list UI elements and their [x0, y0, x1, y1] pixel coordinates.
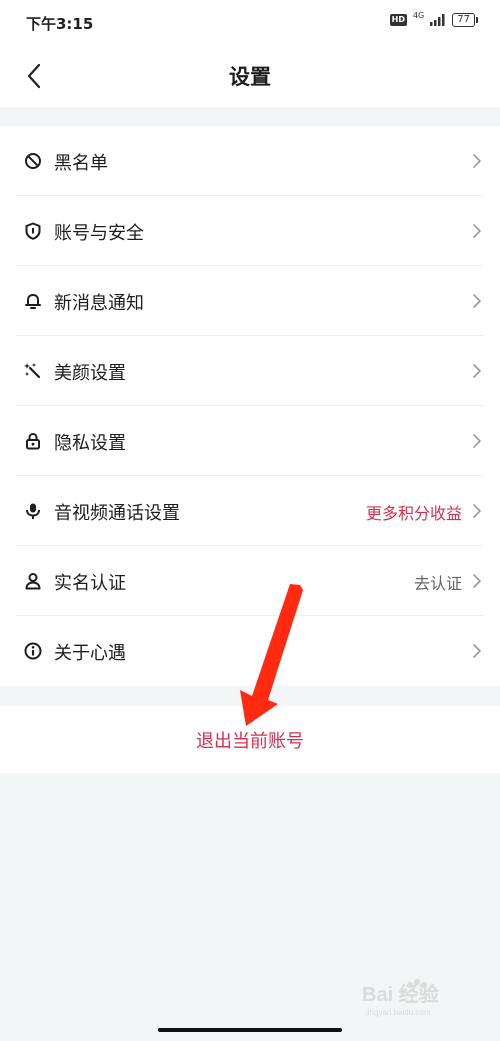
chevron-right-icon: [473, 294, 481, 308]
settings-item-notifications[interactable]: 新消息通知: [0, 266, 500, 336]
chevron-right-icon: [473, 644, 481, 658]
battery-icon: 77: [452, 13, 478, 27]
lock-icon: [26, 432, 40, 450]
settings-item-about[interactable]: 关于心遇: [0, 616, 500, 686]
bell-icon: [25, 294, 41, 309]
watermark-logo: Bai 经验 jingyan.baidu.com: [362, 979, 439, 1017]
person-icon: [25, 573, 41, 590]
signal-icon: [430, 14, 445, 26]
shield-icon: [25, 222, 41, 240]
verify-status-label: 去认证: [413, 574, 462, 593]
chevron-right-icon: [473, 504, 481, 518]
settings-item-label: 音视频通话设置: [54, 503, 180, 524]
watermark-text: Bai 经验: [362, 982, 439, 1006]
chevron-right-icon: [473, 224, 481, 238]
status-time: 下午3:15: [26, 15, 94, 33]
settings-item-av-call[interactable]: 音视频通话设置 更多积分收益: [0, 476, 500, 546]
settings-item-label: 账号与安全: [54, 223, 144, 244]
settings-item-label: 美颜设置: [54, 363, 126, 384]
settings-item-real-name[interactable]: 实名认证 去认证: [0, 546, 500, 616]
settings-item-label: 新消息通知: [54, 293, 144, 314]
info-icon: [24, 642, 42, 660]
status-icons: HD 4G 77: [389, 10, 478, 27]
settings-item-label: 隐私设置: [54, 433, 126, 454]
chevron-right-icon: [473, 574, 481, 588]
battery-level: 77: [452, 13, 475, 27]
hd-badge: HD: [389, 14, 407, 26]
settings-item-account-security[interactable]: 账号与安全: [0, 196, 500, 266]
chevron-right-icon: [473, 364, 481, 378]
block-icon: [25, 153, 41, 169]
status-bar: 下午3:15 HD 4G 77: [0, 0, 500, 44]
logout-label: 退出当前账号: [196, 730, 304, 752]
watermark-url: jingyan.baidu.com: [365, 1008, 431, 1017]
settings-item-label: 实名认证: [54, 573, 126, 594]
settings-item-privacy[interactable]: 隐私设置: [0, 406, 500, 476]
page-title: 设置: [229, 65, 271, 89]
points-promo-label: 更多积分收益: [365, 504, 462, 523]
network-type: 4G: [412, 10, 425, 20]
magic-wand-icon: [24, 363, 41, 379]
settings-item-label: 黑名单: [54, 153, 108, 174]
settings-item-blacklist[interactable]: 黑名单: [0, 126, 500, 196]
home-indicator[interactable]: [158, 1028, 342, 1032]
nav-bar: 设置: [0, 44, 500, 107]
settings-item-beauty[interactable]: 美颜设置: [0, 336, 500, 406]
chevron-right-icon: [473, 434, 481, 448]
settings-item-label: 关于心遇: [54, 643, 126, 664]
logout-button[interactable]: 退出当前账号: [0, 706, 500, 773]
settings-list: 黑名单 账号与安全 新消息通知 美颜设置 隐私设置 音视频通话设置 更多积分收益…: [0, 126, 500, 686]
chevron-right-icon: [473, 154, 481, 168]
microphone-icon: [26, 503, 40, 519]
